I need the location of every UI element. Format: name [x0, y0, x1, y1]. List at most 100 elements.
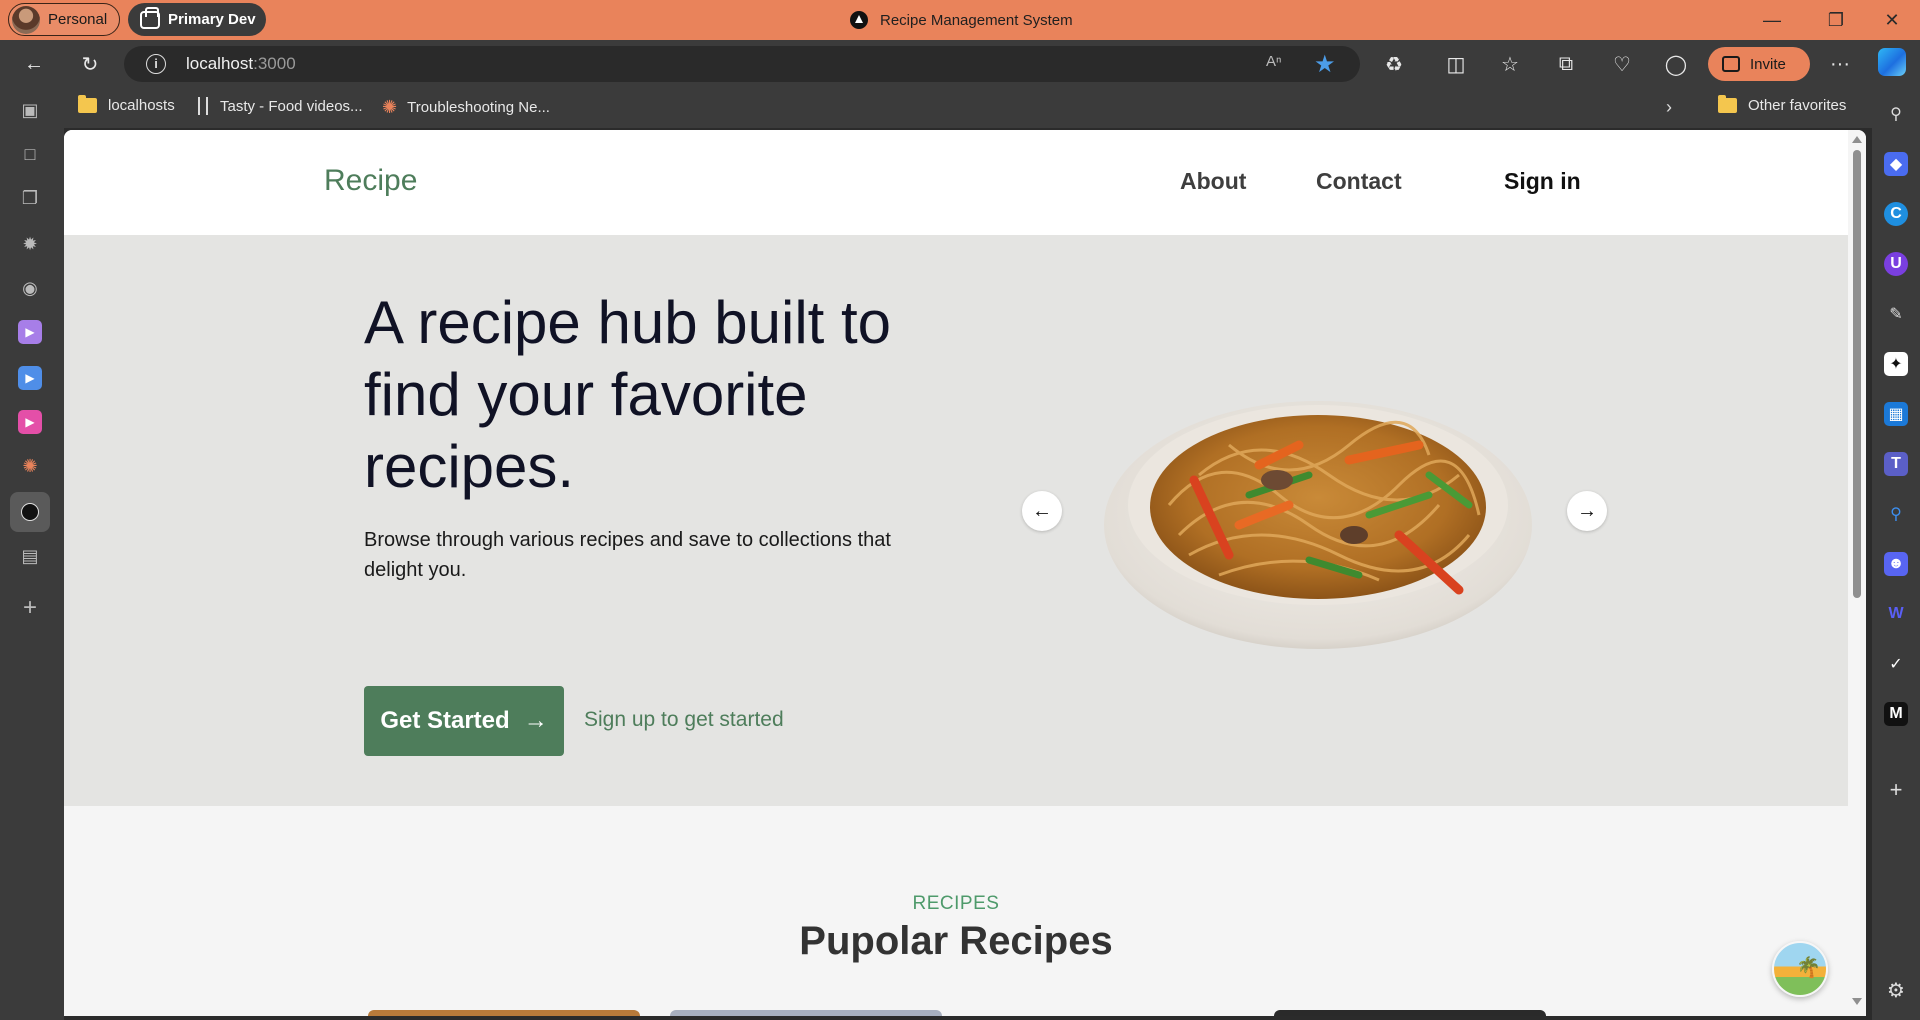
sidebar-discord-icon[interactable]: ☻: [1884, 552, 1908, 576]
other-favorites[interactable]: Other favorites: [1718, 95, 1847, 114]
split-screen-icon[interactable]: ◫: [1440, 48, 1472, 80]
invite-icon: [1722, 56, 1740, 72]
spark-icon: ✺: [382, 97, 398, 117]
sidebar-canva-icon[interactable]: C: [1884, 202, 1908, 226]
folder-icon: [1718, 95, 1737, 113]
tab-title: Recipe Management System: [880, 11, 1073, 29]
hero-subtitle: Browse through various recipes and save …: [364, 529, 891, 581]
site-info-icon[interactable]: i: [146, 54, 166, 74]
scroll-up-arrow-icon[interactable]: [1852, 136, 1862, 143]
arrow-right-icon: →: [523, 707, 548, 734]
restore-button[interactable]: ❐: [1808, 0, 1864, 40]
hero-section: A recipe hub built to find your favorite…: [64, 235, 1848, 806]
nav-contact-link[interactable]: Contact: [1316, 168, 1402, 195]
carousel-next-button[interactable]: →: [1567, 491, 1607, 531]
noodle-dish-image: [1104, 401, 1532, 649]
sidebar-app-icon[interactable]: ◆: [1884, 152, 1908, 176]
tab-page-icon[interactable]: □: [18, 142, 42, 166]
favorite-tasty[interactable]: Tasty - Food videos...: [198, 97, 363, 115]
tab-layers-icon[interactable]: ❐: [18, 186, 42, 210]
tab-github-icon[interactable]: ◉: [18, 276, 42, 300]
invite-button[interactable]: Invite: [1708, 47, 1810, 81]
sidebar-sparkle-icon[interactable]: ✦: [1884, 352, 1908, 376]
site-favicon-icon: [850, 11, 868, 29]
copilot-icon[interactable]: [1878, 48, 1906, 76]
sidebar-check-icon[interactable]: ✓: [1884, 652, 1908, 676]
workspace-button[interactable]: Primary Dev: [128, 3, 266, 36]
other-favorites-label: Other favorites: [1748, 97, 1847, 114]
address-bar[interactable]: i localhost:3000 Aⁿ ★: [124, 46, 1360, 82]
workspaces-icon: [140, 6, 160, 29]
tab-openai-icon[interactable]: ✹: [18, 232, 42, 256]
tab-video-pink-icon[interactable]: ▶: [18, 410, 42, 434]
favorites-overflow-chevron-icon[interactable]: ›: [1666, 97, 1672, 118]
hero-title: A recipe hub built to find your favorite…: [364, 289, 892, 500]
tab-spark-icon[interactable]: ✺: [18, 454, 42, 478]
close-window-button[interactable]: ✕: [1864, 0, 1920, 40]
tab-calendar-icon[interactable]: ▤: [18, 544, 42, 568]
favorite-label: localhosts: [108, 97, 175, 114]
floating-profile-avatar[interactable]: 🌴: [1772, 941, 1828, 997]
arrow-left-icon: ←: [1032, 499, 1052, 522]
sidebar-u-icon[interactable]: U: [1884, 252, 1908, 276]
sidebar-settings-gear-icon[interactable]: ⚙: [1884, 978, 1908, 1002]
new-tab-plus-icon[interactable]: +: [18, 594, 42, 621]
popular-recipes-section: RECIPES Pupolar Recipes: [64, 806, 1848, 1016]
sidebar-trello-icon[interactable]: ▦: [1884, 402, 1908, 426]
invite-label: Invite: [1750, 55, 1786, 73]
signup-link[interactable]: Sign up to get started: [584, 708, 784, 732]
sidebar-m-icon[interactable]: M: [1884, 702, 1908, 726]
palm-tree-icon: 🌴: [1796, 957, 1821, 979]
scroll-down-arrow-icon[interactable]: [1852, 998, 1862, 1005]
sidebar-bing-search-icon[interactable]: ⚲: [1884, 502, 1908, 526]
fork-icon: [198, 97, 208, 115]
favorites-bar: localhosts Tasty - Food videos... ✺ Trou…: [64, 88, 1872, 128]
get-started-label: Get Started: [380, 707, 510, 734]
carousel-prev-button[interactable]: ←: [1022, 491, 1062, 531]
back-button[interactable]: ←: [18, 48, 50, 80]
edge-sidebar: ⚲ ◆ C U ✎ ✦ ▦ T ⚲ ☻ W ✓ M + ⚙: [1872, 88, 1920, 1020]
profile-personal-label: Personal: [48, 11, 108, 28]
recipe-card-peek[interactable]: [368, 1010, 640, 1016]
workspace-label: Primary Dev: [168, 11, 256, 28]
url-text: localhost:3000: [186, 54, 296, 73]
vertical-tabs-sidebar: ▣ □ ❐ ✹ ◉ ▶ ▶ ▶ ✺ ▤ +: [0, 88, 64, 1020]
page-viewport: Recipe About Contact Sign in A recipe hu…: [64, 130, 1866, 1016]
favorite-label: Tasty - Food videos...: [220, 97, 363, 115]
get-started-button[interactable]: Get Started →: [364, 686, 564, 756]
sidebar-pen-icon[interactable]: ✎: [1884, 302, 1908, 326]
tab-recipe-favicon-icon[interactable]: [18, 500, 42, 524]
active-tab[interactable]: Recipe Management System: [850, 0, 1073, 40]
favorite-star-icon[interactable]: ★: [1314, 50, 1336, 79]
section-eyebrow: RECIPES: [912, 893, 1000, 914]
feedback-icon[interactable]: ◯: [1660, 48, 1692, 80]
favorite-label: Troubleshooting Ne...: [407, 99, 550, 116]
nav-about-link[interactable]: About: [1180, 168, 1246, 195]
refresh-button[interactable]: ↻: [74, 48, 106, 80]
recipe-card-peek[interactable]: [670, 1010, 942, 1016]
browser-essentials-icon[interactable]: ♡: [1606, 48, 1638, 80]
tab-video-blue-icon[interactable]: ▶: [18, 366, 42, 390]
sidebar-teams-icon[interactable]: T: [1884, 452, 1908, 476]
favorites-icon[interactable]: ☆: [1494, 48, 1526, 80]
settings-more-button[interactable]: ···: [1824, 48, 1856, 80]
favorite-localhosts[interactable]: localhosts: [78, 95, 175, 114]
favorite-troubleshooting[interactable]: ✺ Troubleshooting Ne...: [382, 97, 550, 118]
extensions-icon[interactable]: ♻: [1378, 48, 1410, 80]
read-aloud-icon[interactable]: Aⁿ: [1266, 53, 1281, 70]
site-logo[interactable]: Recipe: [324, 164, 417, 198]
scrollbar-thumb[interactable]: [1853, 150, 1861, 598]
tab-actions-icon[interactable]: ▣: [18, 98, 42, 122]
minimize-button[interactable]: —: [1744, 0, 1800, 40]
sidebar-add-icon[interactable]: +: [1884, 777, 1908, 802]
collections-icon[interactable]: ⧉: [1550, 48, 1582, 80]
profile-personal-button[interactable]: Personal: [8, 3, 120, 36]
sidebar-search-icon[interactable]: ⚲: [1884, 102, 1908, 126]
page-scrollbar[interactable]: [1848, 130, 1866, 1016]
nav-signin-link[interactable]: Sign in: [1504, 168, 1581, 195]
recipe-card-peek[interactable]: [1274, 1010, 1546, 1016]
section-title: Pupolar Recipes: [799, 919, 1113, 963]
site-header: Recipe About Contact Sign in: [64, 130, 1848, 235]
sidebar-w-icon[interactable]: W: [1884, 602, 1908, 626]
tab-video-purple-icon[interactable]: ▶: [18, 320, 42, 344]
